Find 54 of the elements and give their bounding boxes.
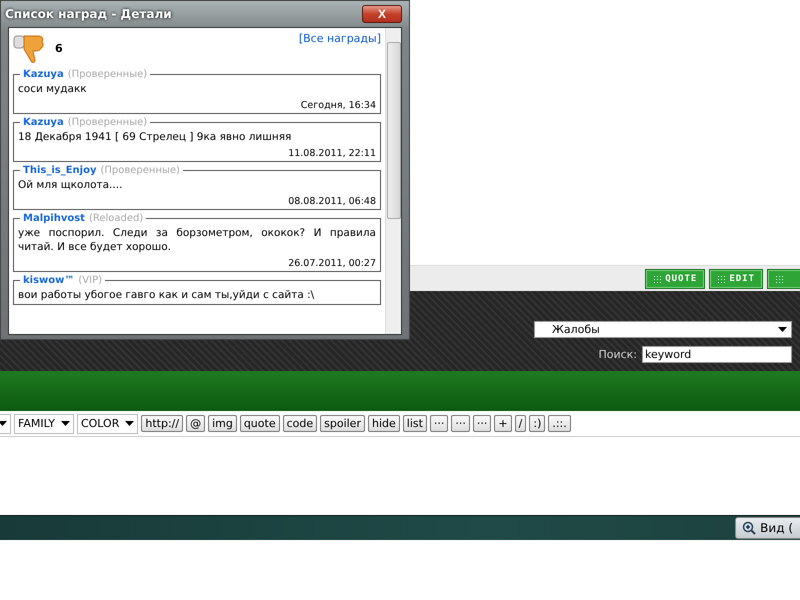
comment-text: Ой мля щколота.... (18, 178, 124, 192)
format-button[interactable]: + (494, 415, 512, 432)
comment-date: Сегодня, 16:34 (300, 100, 376, 111)
author-name[interactable]: kiswow™ (23, 275, 74, 286)
award-count: 6 (55, 42, 63, 54)
comment-date: 11.08.2011, 22:11 (287, 148, 376, 159)
view-button[interactable]: Вид ( (735, 517, 800, 539)
grip-icon (775, 274, 783, 282)
format-button[interactable]: http:// (141, 415, 184, 432)
search-label: Поиск: (598, 348, 637, 361)
search-field[interactable]: keyword (642, 346, 792, 363)
grip-icon (717, 274, 726, 282)
all-awards-link[interactable]: [Все награды] (298, 32, 381, 45)
comment-text: вои работы убогое гавго как и сам ты,уйди с сайта :\ (18, 288, 316, 302)
comment-text: 18 Декабря 1941 [ 69 Стрелец ] 9ка явно лишняя (18, 130, 292, 144)
comment-text: соси мудакк (18, 82, 88, 96)
author-name[interactable]: This_is_Enjoy (23, 165, 96, 176)
caret-icon (0, 421, 7, 426)
user-group: (Проверенные) (68, 117, 148, 128)
format-button[interactable]: code (282, 415, 318, 432)
format-button[interactable]: :) (529, 415, 546, 432)
toolbar-select[interactable]: COLOR (76, 414, 138, 434)
caret-icon (60, 421, 70, 426)
author-name[interactable]: Malpihvost (23, 213, 85, 224)
comment-date: 26.07.2011, 00:27 (287, 258, 376, 269)
comment-date: 08.08.2011, 06:48 (287, 196, 376, 207)
author-name[interactable]: Kazuya (23, 117, 64, 128)
user-group: (Reloaded) (88, 213, 144, 224)
comment-text: уже поспорил. Следи за борзометром, ококок? И правила читай. И все будет хорошо. (18, 226, 376, 254)
format-button[interactable]: ··· (472, 415, 492, 432)
format-button[interactable]: quote (240, 415, 280, 432)
grip-icon (653, 274, 662, 282)
user-group: (Проверенные) (100, 165, 180, 176)
format-button[interactable]: spoiler (320, 415, 365, 432)
format-button[interactable]: @ (186, 415, 206, 432)
caret-icon (778, 327, 787, 332)
scroll-thumb[interactable] (386, 42, 400, 219)
format-button[interactable]: list (402, 415, 427, 432)
zoom-icon (742, 521, 756, 535)
user-group: (VIP) (78, 275, 102, 286)
author-name[interactable]: Kazuya (23, 69, 64, 80)
close-button[interactable]: X (362, 5, 402, 23)
format-button[interactable]: hide (368, 415, 400, 432)
scrollbar[interactable] (385, 28, 401, 334)
format-button[interactable]: .::. (548, 415, 571, 432)
format-button[interactable]: ··· (430, 415, 448, 432)
window-title: Список наград - Детали (5, 7, 172, 21)
caret-icon (125, 421, 134, 426)
toolbar-select[interactable]: FAMILY (14, 414, 74, 434)
format-button[interactable]: img (208, 415, 237, 432)
user-group: (Проверенные) (68, 69, 148, 80)
forum-select[interactable]: Жалобы (534, 321, 792, 338)
format-button[interactable]: ··· (451, 415, 470, 432)
format-button[interactable]: / (514, 415, 526, 432)
